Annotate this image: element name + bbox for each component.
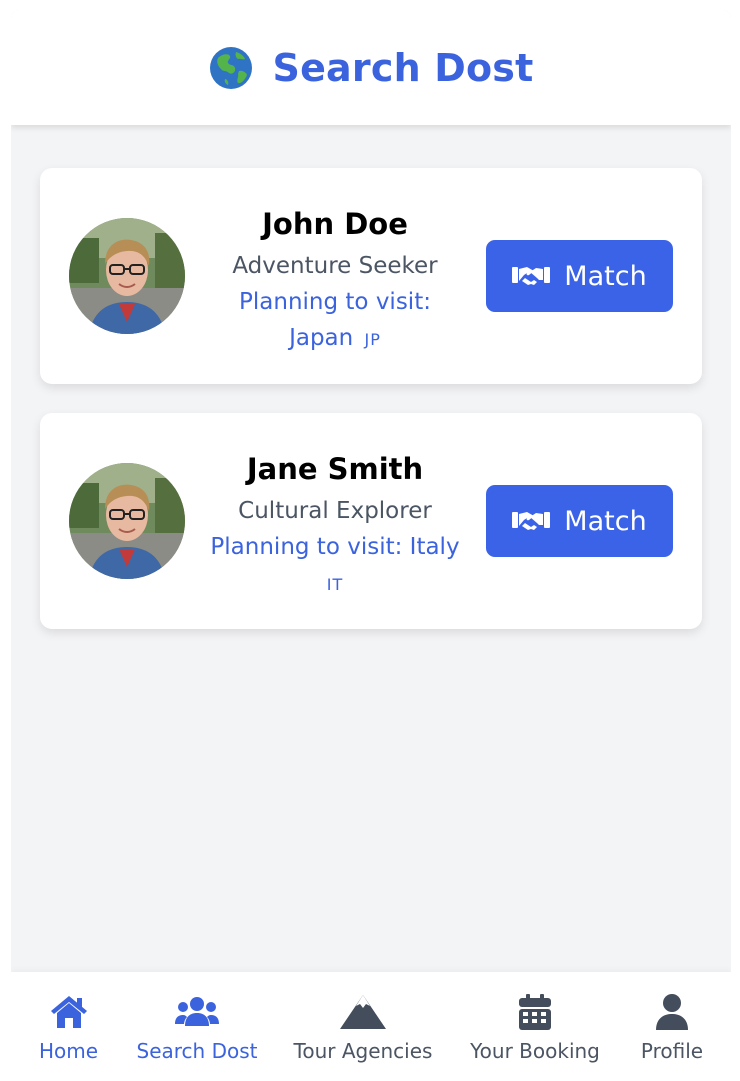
nav-label-your-booking: Your Booking <box>470 1039 600 1063</box>
avatar <box>69 218 185 334</box>
profile-role: Cultural Explorer <box>238 498 432 524</box>
country-flag: JP <box>364 330 381 349</box>
profile-role: Adventure Seeker <box>232 253 438 279</box>
app-screen: Search Dost John Doe Adventure Seeker Pl… <box>11 10 731 1081</box>
nav-label-home: Home <box>38 1039 99 1063</box>
profile-info: Jane Smith Cultural Explorer Planning to… <box>210 449 460 605</box>
page-header: Search Dost <box>11 10 731 125</box>
travel-plan-text: Planning to visit: Italy <box>210 534 460 560</box>
user-icon <box>656 994 688 1030</box>
mountain-icon <box>340 995 386 1029</box>
calendar-icon <box>519 994 551 1030</box>
handshake-icon <box>512 267 551 285</box>
match-button[interactable]: Match <box>486 240 673 312</box>
profile-card: John Doe Adventure Seeker Planning to vi… <box>40 168 702 384</box>
match-button-label: Match <box>564 260 647 292</box>
globe-icon <box>209 46 252 89</box>
nav-item-home[interactable]: Home <box>31 972 106 1081</box>
users-icon <box>175 997 219 1026</box>
match-button-label: Match <box>564 505 647 537</box>
nav-label-search-dost: Search Dost <box>136 1039 258 1063</box>
travel-plan: Planning to visit: Italy IT <box>210 529 460 605</box>
nav-label-profile: Profile <box>640 1039 704 1063</box>
avatar <box>69 463 185 579</box>
country-flag: IT <box>326 575 344 594</box>
nav-label-tour-agencies: Tour Agencies <box>293 1039 433 1063</box>
travel-plan-text: Planning to visit: Japan <box>239 289 431 351</box>
profile-info: John Doe Adventure Seeker Planning to vi… <box>210 204 460 358</box>
handshake-icon <box>512 512 551 530</box>
bottom-nav: Home Search Dost Tour Agencies Your Book… <box>11 972 731 1081</box>
profile-card: Jane Smith Cultural Explorer Planning to… <box>40 413 702 629</box>
nav-item-your-booking[interactable]: Your Booking <box>470 972 600 1081</box>
page-title: Search Dost <box>272 45 534 90</box>
profile-name: Jane Smith <box>246 452 424 486</box>
nav-item-profile[interactable]: Profile <box>637 972 707 1081</box>
nav-item-tour-agencies[interactable]: Tour Agencies <box>293 972 433 1081</box>
travel-plan: Planning to visit: Japan JP <box>210 284 460 358</box>
nav-item-search-dost[interactable]: Search Dost <box>136 972 258 1081</box>
home-icon <box>50 996 87 1028</box>
profile-name: John Doe <box>262 207 408 241</box>
match-button[interactable]: Match <box>486 485 673 557</box>
